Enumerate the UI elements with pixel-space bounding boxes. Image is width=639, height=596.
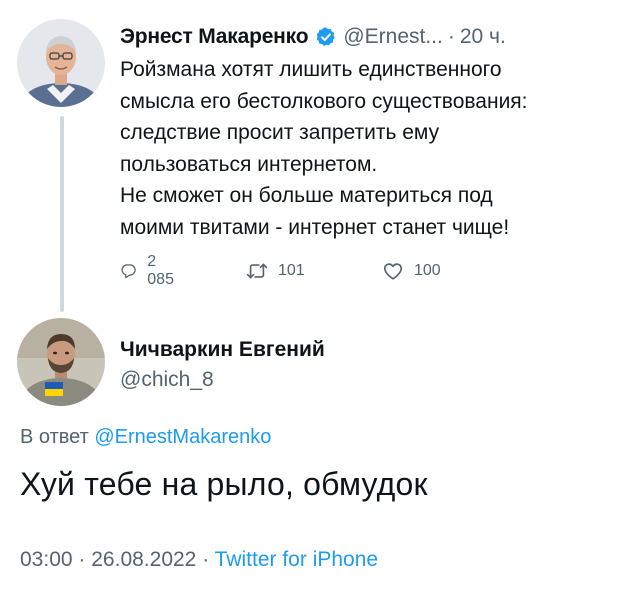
tweet-header: Эрнест Макаренко @Ernest... · 20 ч. xyxy=(120,22,506,52)
reply-author-handle[interactable]: @chich_8 xyxy=(120,368,214,392)
reply-tweet-text: Хуй тебе на рыло, обмудок xyxy=(20,466,428,502)
tweet-time[interactable]: 20 ч. xyxy=(460,25,506,49)
tweet-timestamp-date[interactable]: 26.08.2022 xyxy=(91,548,196,571)
verified-badge-icon xyxy=(315,26,337,48)
replying-to-mention-link[interactable]: @ErnestMakarenko xyxy=(94,426,271,448)
like-count: 100 xyxy=(414,262,441,279)
separator-dot: · xyxy=(202,548,210,571)
tweet-text-line: смысла его бестолкового существования: xyxy=(120,89,528,113)
avatar-portrait-image xyxy=(17,318,105,406)
tweet-meta: 03:00 · 26.08.2022 · Twitter for iPhone xyxy=(20,548,378,572)
retweet-icon xyxy=(246,263,268,279)
author-name[interactable]: Эрнест Макаренко xyxy=(120,25,309,49)
reply-button[interactable]: 2 085 xyxy=(120,253,179,288)
heart-icon xyxy=(383,263,403,280)
avatar-portrait-image xyxy=(17,19,105,107)
tweet-text: Ройзмана хотят лишить единственного смыс… xyxy=(120,54,630,243)
author-handle[interactable]: @Ernest... xyxy=(343,25,443,49)
avatar-ernest-makarenko[interactable] xyxy=(17,19,105,107)
reply-author-name[interactable]: Чичваркин Евгений xyxy=(120,338,325,362)
reply-count: 2 085 xyxy=(147,253,174,288)
tweet-text-line: следствие просит запретить ему xyxy=(120,121,440,144)
replying-to-label: В ответ xyxy=(20,426,89,448)
thread-connector-line xyxy=(60,116,64,312)
tweet-text-line: Не сможет он больше материться под xyxy=(120,184,493,207)
tweet-text-line: Ройзмана хотят лишить единственного xyxy=(120,58,502,81)
retweet-count: 101 xyxy=(278,262,305,279)
tweet-text-line: пользоваться интернетом. xyxy=(120,152,378,176)
tweet-source-link[interactable]: Twitter for iPhone xyxy=(215,548,378,571)
reply-bubble-icon xyxy=(121,264,136,279)
retweet-button[interactable]: 101 xyxy=(246,259,305,283)
tweet-text-line: моими твитами - интернет станет чище! xyxy=(120,215,510,239)
avatar-chichvarkin[interactable] xyxy=(17,318,105,406)
replying-to: В ответ @ErnestMakarenko xyxy=(20,426,271,449)
separator-dot: · xyxy=(78,548,86,571)
separator-dot: · xyxy=(447,25,455,48)
tweet-timestamp-time[interactable]: 03:00 xyxy=(20,548,73,571)
like-button[interactable]: 100 xyxy=(382,259,441,283)
